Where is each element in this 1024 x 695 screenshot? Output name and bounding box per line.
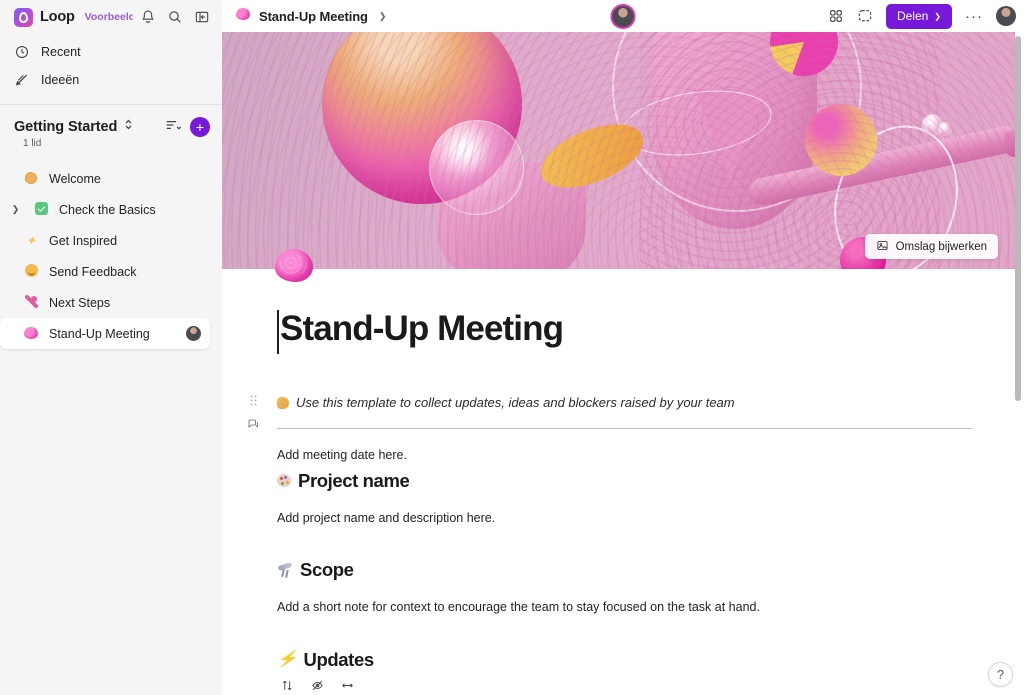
heading-project-name[interactable]: Project name <box>277 470 972 492</box>
copilot-icon[interactable] <box>857 8 873 24</box>
sort-arrows-icon[interactable] <box>281 679 294 695</box>
sidebar-page-label: Get Inspired <box>49 234 117 248</box>
heading-updates[interactable]: ⚡ Updates <box>277 649 972 671</box>
heading-text: Project name <box>298 470 409 492</box>
high-voltage-icon: ⚡ <box>277 652 297 668</box>
workspace-member-count: 1 lid <box>0 137 222 149</box>
heading-text: Scope <box>300 559 354 581</box>
project-name-body[interactable]: Add project name and description here. <box>277 509 972 528</box>
table-toolbar <box>277 679 972 695</box>
meeting-date-line[interactable]: Add meeting date here. <box>277 446 972 465</box>
sort-lines-icon[interactable] <box>165 118 182 137</box>
telescope-icon <box>277 563 293 577</box>
sidebar-item-ideeen[interactable]: Ideeën <box>0 66 222 94</box>
horizontal-rule <box>277 428 972 429</box>
search-icon[interactable] <box>167 9 183 25</box>
sidebar-header: Loop Voorbeeld <box>0 0 222 34</box>
document-body: Stand-Up Meeting <box>222 269 1024 695</box>
workspace-actions: + <box>165 117 210 137</box>
workspace-title[interactable]: Getting Started <box>14 119 117 135</box>
grid-apps-icon[interactable] <box>828 8 844 24</box>
help-button[interactable]: ? <box>988 662 1013 687</box>
cover-shape-bubble <box>429 120 524 215</box>
sidebar-item-recent[interactable]: Recent <box>0 38 222 66</box>
sidebar-nav: Recent Ideeën <box>0 34 222 100</box>
hide-eye-icon[interactable] <box>311 679 324 695</box>
sidebar-page-label: Next Steps <box>49 296 110 310</box>
sidebar-page-label: Check the Basics <box>59 203 156 217</box>
update-cover-label: Omslag bijwerken <box>896 241 987 253</box>
comment-icon[interactable] <box>247 417 259 435</box>
document-inner: Stand-Up Meeting <box>222 269 1024 695</box>
heading-scope[interactable]: Scope <box>277 559 972 581</box>
heading-text: Updates <box>304 649 374 671</box>
block-handles <box>247 393 259 435</box>
sidebar-item-next-steps[interactable]: Next Steps <box>0 287 210 318</box>
sidebar-page-label: Welcome <box>49 172 101 186</box>
cover-shape-bubble-tiny <box>938 122 952 136</box>
sidebar-header-actions <box>140 9 210 25</box>
intro-paragraph[interactable]: Use this template to collect updates, id… <box>277 393 972 413</box>
chevron-right-icon[interactable]: ❯ <box>8 204 23 215</box>
image-icon <box>876 239 889 255</box>
waving-hand-icon <box>23 172 39 186</box>
drag-grip-icon[interactable] <box>250 393 257 411</box>
scope-body[interactable]: Add a short note for context to encourag… <box>277 598 972 617</box>
sparkles-icon: ✦ <box>23 234 39 247</box>
brain-icon <box>23 327 39 341</box>
chevron-updown-icon[interactable] <box>123 118 134 136</box>
vertical-scrollbar[interactable] <box>1015 36 1021 401</box>
clock-icon <box>14 44 30 60</box>
intro-block: Use this template to collect updates, id… <box>277 393 972 429</box>
add-page-button[interactable]: + <box>190 117 210 137</box>
brand-badge: Voorbeeld <box>85 11 133 23</box>
share-button[interactable]: Delen ❯ <box>886 4 952 29</box>
resize-arrows-icon[interactable] <box>341 679 354 695</box>
sidebar-item-welcome[interactable]: Welcome <box>0 163 210 194</box>
smiling-face-icon <box>23 264 39 279</box>
intro-text: Use this template to collect updates, id… <box>296 393 735 413</box>
sidebar-item-send-feedback[interactable]: Send Feedback <box>0 256 210 287</box>
loop-app-window: Loop Voorbeeld <box>0 0 1024 695</box>
sidebar-item-get-inspired[interactable]: ✦ Get Inspired <box>0 225 210 256</box>
sidebar-item-label: Recent <box>41 45 81 59</box>
sidebar-page-label: Send Feedback <box>49 265 137 279</box>
sidebar-item-label: Ideeën <box>41 73 79 87</box>
avatar <box>185 325 202 342</box>
brand-name: Loop <box>40 9 75 25</box>
sidebar-page-list: Welcome ❯ Check the Basics ✦ Get Inspire… <box>0 163 222 349</box>
chevron-down-icon[interactable]: ❯ <box>379 11 387 22</box>
more-options-button[interactable]: ··· <box>965 9 983 24</box>
workspace-header: Getting Started + <box>0 105 222 137</box>
presence-avatar[interactable] <box>611 4 636 29</box>
loop-logo-icon <box>14 8 33 27</box>
pointing-finger-icon <box>277 397 289 409</box>
sidebar: Loop Voorbeeld <box>0 0 222 695</box>
artist-palette-icon <box>277 474 291 487</box>
page-title[interactable]: Stand-Up Meeting <box>277 309 972 349</box>
panel-collapse-icon[interactable] <box>194 9 210 25</box>
share-button-label: Delen <box>897 9 928 23</box>
bell-icon[interactable] <box>140 9 156 25</box>
document-title-chip[interactable]: Stand-Up Meeting ❯ <box>236 7 386 25</box>
sidebar-page-label: Stand-Up Meeting <box>49 327 150 341</box>
idea-pen-icon <box>14 72 30 88</box>
rocket-icon <box>23 295 39 310</box>
sidebar-item-check-the-basics[interactable]: ❯ Check the Basics <box>0 194 210 225</box>
account-avatar[interactable] <box>996 6 1016 26</box>
sidebar-item-stand-up-meeting[interactable]: Stand-Up Meeting <box>0 318 210 349</box>
main-area: Stand-Up Meeting ❯ <box>222 0 1024 695</box>
chevron-down-icon: ❯ <box>934 12 941 21</box>
update-cover-button[interactable]: Omslag bijwerken <box>865 234 998 259</box>
presence-area <box>611 4 636 29</box>
cover-image[interactable]: Omslag bijwerken <box>222 32 1015 269</box>
topbar: Stand-Up Meeting ❯ <box>222 0 1024 32</box>
cover-shape-yellow-ball <box>805 104 877 176</box>
topbar-document-title: Stand-Up Meeting <box>259 9 368 24</box>
document-brain-icon[interactable] <box>275 249 313 282</box>
brain-icon <box>236 7 250 25</box>
green-check-icon <box>33 202 49 217</box>
topbar-actions: Delen ❯ ··· <box>828 4 1016 29</box>
